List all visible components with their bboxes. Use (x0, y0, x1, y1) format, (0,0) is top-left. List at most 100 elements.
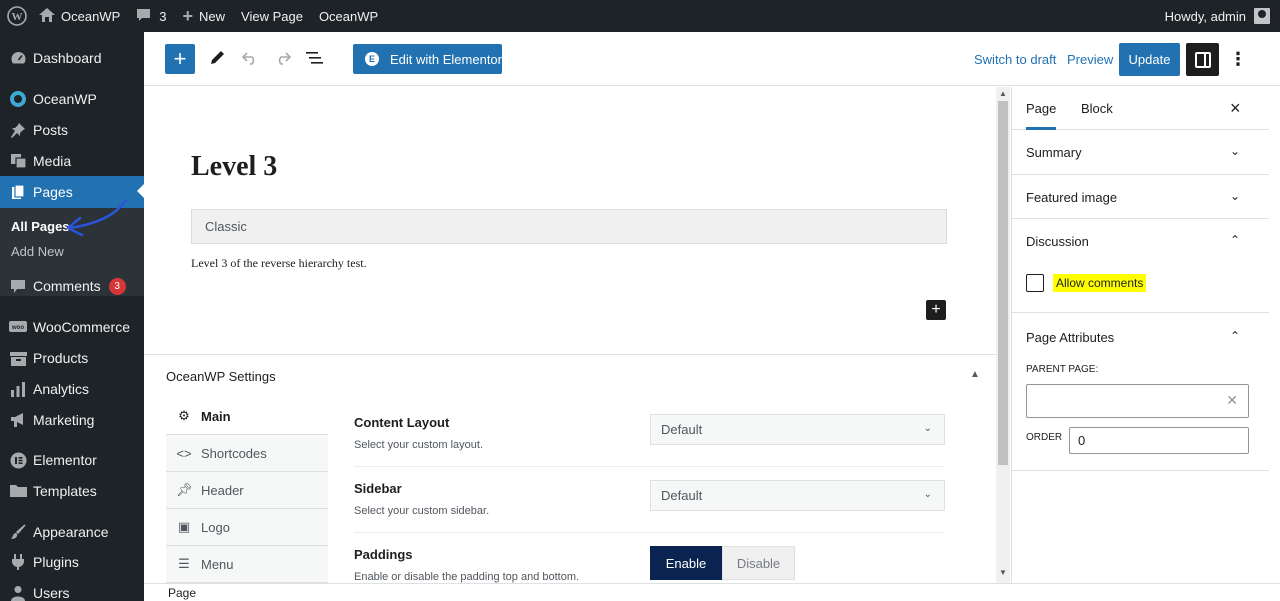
sidebar-item-oceanwp[interactable]: OceanWP (0, 84, 144, 114)
sidebar-item-templates[interactable]: Templates (0, 476, 144, 506)
allow-comments-checkbox[interactable] (1026, 274, 1044, 292)
collapse-arrow-icon[interactable]: ▲ (970, 369, 980, 380)
clear-icon[interactable]: ✕ (1226, 392, 1238, 409)
edit-with-elementor-label: Edit with Elementor (390, 51, 502, 67)
elementor-icon (8, 450, 28, 470)
parent-page-input[interactable]: ✕ (1026, 384, 1249, 418)
content-layout-select[interactable]: Default ⌄ (650, 414, 945, 445)
sidebar-item-users[interactable]: Users (0, 578, 144, 601)
sidebar-item-label: WooCommerce (33, 319, 130, 335)
theme-link[interactable]: OceanWP (311, 0, 386, 32)
sidebar-item-comments[interactable]: Comments 3 (0, 271, 144, 301)
document-overview-button[interactable] (303, 46, 327, 70)
new-content-link[interactable]: + New (174, 0, 233, 32)
sidebar-item-posts[interactable]: Posts (0, 115, 144, 145)
disable-button[interactable]: Disable (722, 546, 795, 580)
plus-icon: + (173, 46, 187, 71)
sidebar-toggle-icon (1194, 51, 1211, 68)
sidebar-item-analytics[interactable]: Analytics (0, 374, 144, 404)
block-inserter-button[interactable]: + (165, 44, 195, 74)
site-name-link[interactable]: OceanWP (35, 0, 128, 32)
annotation-arrow-icon (66, 198, 128, 237)
oceanwp-icon (8, 89, 28, 109)
view-page-link[interactable]: View Page (233, 0, 311, 32)
sidebar-item-dashboard[interactable]: Dashboard (0, 43, 144, 73)
setting-description: Select your custom layout. (354, 439, 484, 451)
tab-logo[interactable]: ▣ Logo (166, 509, 328, 546)
panel-title[interactable]: Page Attributes (1026, 330, 1114, 345)
panel-summary[interactable]: Summary ⌄ (1012, 130, 1269, 175)
megaphone-icon (8, 410, 28, 430)
sidebar-item-label: Posts (33, 122, 69, 138)
post-title[interactable]: Level 3 (191, 151, 277, 183)
options-button[interactable]: ⋮ (1226, 46, 1250, 72)
sidebar-item-woocommerce[interactable]: woo WooCommerce (0, 312, 144, 342)
tab-page[interactable]: Page (1026, 101, 1057, 130)
tools-button[interactable] (205, 46, 229, 70)
my-account-link[interactable]: Howdy, admin (1165, 8, 1280, 24)
plus-icon: + (931, 301, 941, 318)
home-icon (39, 7, 55, 25)
wordpress-logo-icon[interactable]: W (0, 0, 35, 32)
allow-comments-label[interactable]: Allow comments (1053, 274, 1147, 292)
sidebar-select[interactable]: Default ⌄ (650, 480, 945, 511)
paddings-toggle-group: Enable Disable (650, 546, 795, 580)
archive-icon (8, 348, 28, 368)
tab-label: Menu (201, 556, 234, 572)
pencil-icon (211, 51, 224, 64)
inline-block-inserter-button[interactable]: + (926, 300, 946, 320)
tab-menu[interactable]: ☰ Menu (166, 546, 328, 583)
close-icon[interactable]: × (1230, 98, 1241, 119)
pages-icon (8, 182, 28, 202)
post-paragraph[interactable]: Level 3 of the reverse hierarchy test. (191, 256, 367, 271)
redo-button[interactable] (271, 46, 295, 70)
sidebar-item-label: Elementor (33, 452, 97, 468)
brush-icon (8, 522, 28, 542)
sidebar-item-label: Products (33, 350, 89, 366)
plus-icon: + (182, 5, 193, 26)
metabox-title: OceanWP Settings (166, 369, 276, 384)
sidebar-item-label: Templates (33, 483, 97, 499)
order-input[interactable]: 0 (1069, 427, 1249, 454)
enable-button[interactable]: Enable (650, 546, 722, 580)
code-icon: <> (176, 445, 192, 461)
classic-block-toolbar[interactable]: Classic (191, 209, 947, 244)
sidebar-item-appearance[interactable]: Appearance (0, 517, 144, 547)
chevron-up-icon[interactable]: ⌃ (1230, 329, 1240, 343)
setting-label: Sidebar (354, 481, 402, 496)
svg-text:W: W (12, 11, 23, 23)
admin-sidebar: Dashboard OceanWP Posts Media Pages All … (0, 32, 144, 601)
pin-icon: 📌︎ (176, 482, 193, 497)
sidebar-item-elementor[interactable]: Elementor (0, 445, 144, 475)
scroll-down-icon[interactable]: ▼ (999, 568, 1007, 577)
panel-featured-image[interactable]: Featured image ⌄ (1012, 175, 1269, 219)
tab-header[interactable]: 📌︎ Header (166, 472, 328, 509)
list-view-icon (306, 52, 323, 64)
sidebar-item-marketing[interactable]: Marketing (0, 405, 144, 435)
comments-badge: 3 (108, 277, 126, 295)
comments-count: 3 (159, 8, 167, 24)
switch-to-draft-button[interactable]: Switch to draft (974, 52, 1056, 67)
chevron-down-icon: ⌄ (1230, 189, 1241, 203)
avatar (1254, 8, 1270, 24)
sidebar-item-label: Media (33, 153, 72, 169)
comments-link[interactable]: 3 (128, 0, 174, 32)
preview-button[interactable]: Preview (1067, 52, 1113, 67)
submenu-all-pages[interactable]: All Pages (11, 219, 70, 234)
sidebar-item-products[interactable]: Products (0, 343, 144, 373)
sidebar-item-plugins[interactable]: Plugins (0, 547, 144, 577)
canvas-scrollbar[interactable]: ▲ ▼ (996, 87, 1010, 583)
edit-with-elementor-button[interactable]: E Edit with Elementor (353, 44, 502, 74)
undo-button[interactable] (238, 46, 262, 70)
panel-discussion[interactable]: Discussion ⌃ (1012, 219, 1269, 313)
scrollbar-thumb[interactable] (998, 101, 1008, 465)
scroll-up-icon[interactable]: ▲ (999, 89, 1007, 98)
update-button[interactable]: Update (1119, 43, 1180, 76)
sidebar-item-media[interactable]: Media (0, 146, 144, 176)
breadcrumb-page[interactable]: Page (168, 586, 196, 600)
tab-main[interactable]: ⚙ Main (166, 398, 328, 435)
settings-toggle-button[interactable] (1186, 43, 1219, 76)
tab-shortcodes[interactable]: <> Shortcodes (166, 435, 328, 472)
tab-block[interactable]: Block (1081, 101, 1113, 116)
submenu-add-new[interactable]: Add New (11, 244, 64, 259)
